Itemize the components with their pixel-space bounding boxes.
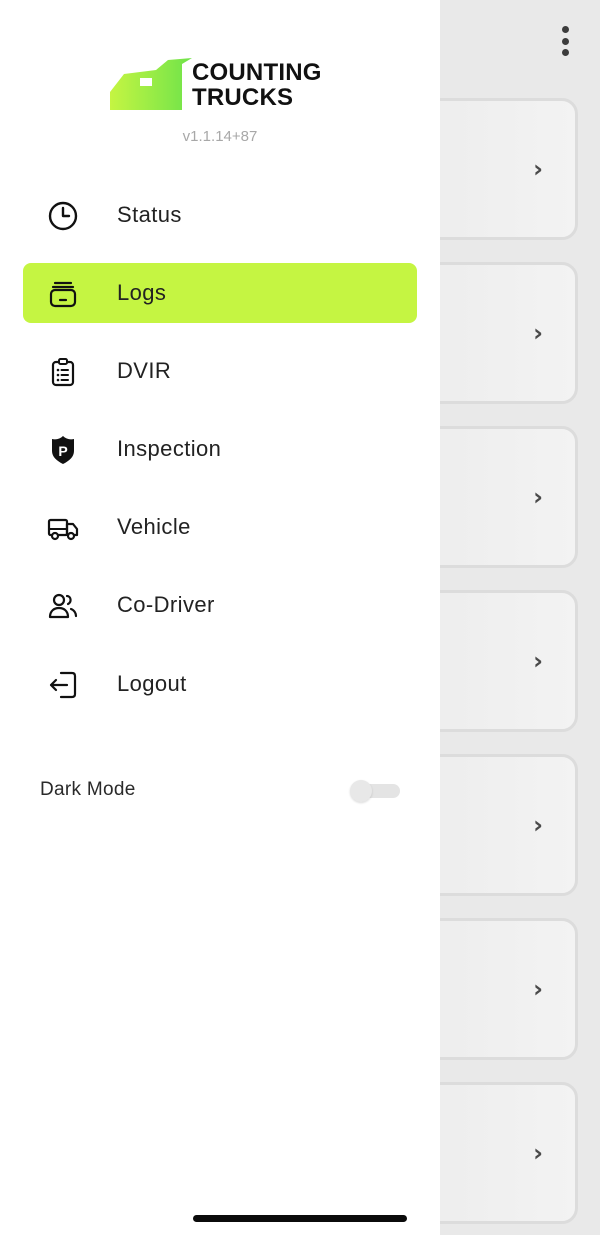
chevron-right-icon: › [533,811,543,839]
chevron-right-icon: › [533,1139,543,1167]
users-icon [47,590,79,622]
dark-mode-toggle[interactable] [350,780,400,802]
app-logo: COUNTING TRUCKS [110,56,340,114]
truck-logo-icon [110,58,192,110]
clipboard-list-icon [47,356,79,388]
logo-line-1: COUNTING [192,59,322,86]
chevron-right-icon: › [533,319,543,347]
dark-mode-row: Dark Mode [40,776,400,804]
logout-icon [47,669,79,701]
dark-mode-label: Dark Mode [40,779,136,800]
logo-line-2: TRUCKS [192,84,294,111]
nav-item-inspection[interactable]: P Inspection [23,419,417,479]
nav-item-status[interactable]: Status [23,185,417,245]
more-vertical-icon[interactable] [554,22,576,60]
nav-item-label: Logs [117,280,167,305]
nav-item-label: Inspection [117,436,222,461]
nav-item-logs[interactable]: Logs [23,263,417,323]
navigation-drawer: COUNTING TRUCKS v1.1.14+87 Status Logs D… [0,0,440,1235]
nav-item-label: Logout [117,671,187,696]
police-badge-icon: P [47,434,79,466]
nav-item-label: Co-Driver [117,592,215,617]
chevron-right-icon: › [533,155,543,183]
logbook-icon [47,278,79,310]
nav-item-label: DVIR [117,358,172,383]
clock-icon [47,200,79,232]
toggle-thumb[interactable] [350,780,372,802]
nav-item-label: Status [117,202,182,227]
nav-item-vehicle[interactable]: Vehicle [23,497,417,557]
chevron-right-icon: › [533,975,543,1003]
svg-text:P: P [58,443,67,459]
nav-item-co-driver[interactable]: Co-Driver [23,575,417,635]
home-indicator [193,1215,407,1222]
nav-item-label: Vehicle [117,514,191,539]
nav-item-dvir[interactable]: DVIR [23,341,417,401]
nav-item-logout[interactable]: Logout [23,654,417,714]
chevron-right-icon: › [533,647,543,675]
truck-icon [47,512,79,544]
app-version: v1.1.14+87 [182,128,258,145]
chevron-right-icon: › [533,483,543,511]
